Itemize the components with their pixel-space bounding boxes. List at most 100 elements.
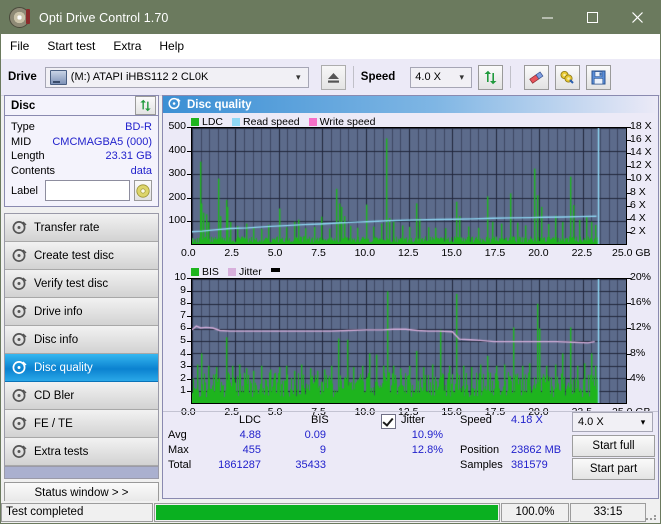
stats-col-ldc: LDC — [239, 414, 262, 426]
x-axis-tick: 22.5 — [571, 247, 593, 259]
progress-percent: 100.0% — [501, 502, 569, 522]
legend-swatch-write-speed — [308, 118, 317, 126]
close-icon[interactable] — [615, 1, 660, 34]
stats-total-ldc: 1861287 — [218, 459, 261, 471]
sidebar-item-disc-info[interactable]: Disc info — [5, 326, 158, 354]
wrench-button[interactable] — [555, 64, 581, 90]
position-stat-label: Position — [460, 444, 500, 456]
ldc-plot-area[interactable] — [191, 127, 627, 245]
disc-label-input[interactable] — [44, 180, 130, 201]
title-bar: Opti Drive Control 1.70 — [1, 1, 660, 34]
stats-max-ldc: 455 — [242, 444, 261, 456]
disc-label-key: Label — [11, 184, 38, 197]
y2-axis-tickmark — [627, 379, 631, 380]
stats-row-key-total: Total — [168, 459, 192, 471]
disc-row-mid: MID CMCMAGBA5 (000) — [11, 135, 152, 150]
disc-icon — [12, 360, 27, 375]
disc-icon — [12, 276, 27, 291]
test-speed-value: 4.0 X — [578, 416, 604, 428]
y2-axis-tick: 16% — [630, 296, 652, 309]
sidebar-label: Create test disc — [34, 249, 114, 262]
menu-extra[interactable]: Extra — [113, 39, 141, 53]
resize-grip[interactable] — [646, 503, 660, 522]
y2-axis-tickmark — [627, 278, 631, 279]
x-axis-tick: 7.5 — [311, 247, 326, 259]
disc-icon — [9, 7, 30, 28]
eject-button[interactable] — [320, 64, 346, 90]
y2-axis-tickmark — [627, 328, 631, 329]
x-axis-tick: 2.5 — [224, 247, 239, 259]
y-axis-tickmark — [187, 391, 191, 392]
nav-list: Transfer rate Create test disc Verify te… — [4, 213, 159, 479]
window-controls — [525, 1, 660, 34]
disc-icon — [12, 416, 27, 431]
legend-swatch-jitter — [227, 268, 236, 276]
y-axis-tick: 7 — [180, 308, 186, 321]
x-axis-tick: 20.0 — [528, 247, 549, 259]
stats-max-bis: 9 — [319, 444, 326, 456]
disc-quality-panel: Disc quality LDC Read speed Write speed — [162, 95, 659, 499]
y2-axis-tickmark — [627, 206, 631, 207]
eraser-button[interactable] — [524, 64, 550, 90]
stats-panel: LDC BIS Jitter Avg 4.88 0.09 10.9% Max 4… — [163, 411, 658, 480]
y2-axis-tickmark — [627, 354, 631, 355]
test-speed-select[interactable]: 4.0 X ▾ — [572, 412, 653, 432]
y-axis-tickmark — [187, 341, 191, 342]
toolbar: Drive (M:) ATAPI iHBS112 2 CL0K ▾ Speed … — [1, 59, 660, 96]
legend-label-bis: BIS — [202, 266, 219, 278]
sidebar-item-disc-quality[interactable]: Disc quality — [5, 354, 158, 382]
ldc-chart: LDC Read speed Write speed 100 200 300 400 5… — [163, 114, 658, 261]
start-part-button[interactable]: Start part — [572, 458, 655, 480]
menu-help[interactable]: Help — [159, 39, 184, 53]
drive-select-value: (M:) ATAPI iHBS112 2 CL0K — [70, 71, 209, 83]
sidebar-item-cd-bler[interactable]: CD Bler — [5, 382, 158, 410]
start-full-button[interactable]: Start full — [572, 435, 655, 457]
save-button[interactable] — [586, 64, 612, 90]
jitter-checkbox[interactable] — [381, 414, 396, 429]
sidebar-item-extra-tests[interactable]: Extra tests — [5, 438, 158, 466]
y-axis-tickmark — [187, 316, 191, 317]
sidebar-item-transfer-rate[interactable]: Transfer rate — [5, 214, 158, 242]
speed-select[interactable]: 4.0 X ▾ — [410, 66, 473, 88]
sidebar-label: CD Bler — [34, 389, 75, 402]
y2-axis-tickmark — [627, 153, 631, 154]
legend-write-speed: Write speed — [308, 116, 376, 128]
y-axis-tickmark — [187, 278, 191, 279]
y-axis-tick: 300 — [168, 167, 186, 180]
bis-plot-area[interactable] — [191, 278, 627, 404]
sidebar-label: Disc info — [34, 333, 79, 346]
y-axis-tick: 500 — [168, 120, 186, 132]
y-axis-tick: 1 — [180, 384, 186, 397]
sidebar-item-fe-te[interactable]: FE / TE — [5, 410, 158, 438]
sidebar-label: Extra tests — [34, 445, 89, 458]
disc-value-mid: CMCMAGBA5 (000) — [52, 135, 152, 148]
x-axis-tick: 17.5 — [484, 247, 506, 259]
sidebar-item-verify-test-disc[interactable]: Verify test disc — [5, 270, 158, 298]
cd-icon-button[interactable] — [133, 180, 152, 201]
y-axis-tickmark — [187, 198, 191, 199]
legend-bis: BIS — [191, 266, 219, 278]
y-axis-tick: 5 — [180, 334, 186, 346]
y-axis-tick: 10 — [174, 271, 186, 283]
x-axis-tick: 15.0 — [441, 247, 462, 259]
y2-axis-tick: 4 X — [630, 211, 646, 224]
chevron-down-icon: ▾ — [459, 71, 465, 82]
drive-select[interactable]: (M:) ATAPI iHBS112 2 CL0K ▾ — [44, 66, 309, 88]
menu-bar: File Start test Extra Help — [1, 34, 660, 59]
disc-refresh-button[interactable] — [135, 96, 156, 115]
progress-bar-fill — [156, 504, 498, 520]
sidebar-item-drive-info[interactable]: Drive info — [5, 298, 158, 326]
x-axis-tick: 12.5 — [398, 247, 419, 259]
y2-axis-tickmark — [627, 166, 631, 167]
minimize-icon[interactable] — [525, 1, 570, 34]
maximize-icon[interactable] — [570, 1, 615, 34]
speed-stat-value: 4.18 X — [511, 414, 543, 426]
refresh-button[interactable] — [478, 64, 504, 90]
menu-start-test[interactable]: Start test — [47, 39, 95, 53]
stats-col-bis: BIS — [311, 414, 329, 426]
sidebar-item-create-test-disc[interactable]: Create test disc — [5, 242, 158, 270]
menu-file[interactable]: File — [10, 39, 29, 53]
y2-axis-tick: 18 X — [630, 120, 652, 132]
disc-value-length: 23.31 GB — [105, 150, 152, 163]
y-axis-tickmark — [187, 291, 191, 292]
